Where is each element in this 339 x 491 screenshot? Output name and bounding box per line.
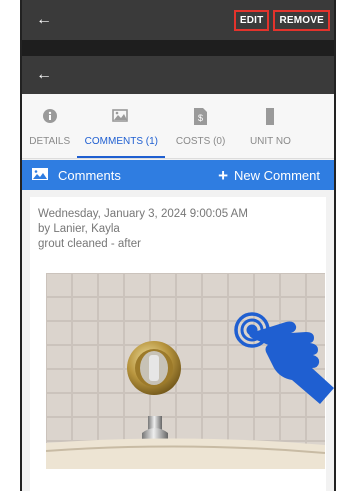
new-comment-label: New Comment	[234, 167, 320, 183]
image-icon	[112, 106, 130, 126]
tab-details[interactable]: DETAILS	[22, 94, 77, 158]
tab-label: COMMENTS (1)	[84, 136, 158, 147]
plus-icon: +	[218, 165, 229, 185]
tab-label: UNIT NO	[249, 136, 291, 147]
tab-bar: DETAILS COMMENTS (1) $ COSTS (0) UNIT NO	[22, 94, 334, 159]
tab-costs[interactable]: $ COSTS (0)	[165, 94, 236, 158]
remove-button[interactable]: REMOVE	[273, 9, 330, 31]
comment-author: by Lanier, Kayla	[38, 223, 120, 235]
comments-title: Comments	[58, 167, 121, 183]
svg-text:$: $	[198, 113, 203, 123]
tap-hand-icon	[234, 312, 334, 404]
new-comment-button[interactable]: + New Comment	[218, 167, 320, 184]
tab-label: COSTS (0)	[175, 136, 226, 147]
comment-text: grout cleaned - after	[38, 238, 141, 250]
tab-comments[interactable]: COMMENTS (1)	[77, 94, 166, 158]
tab-unit[interactable]: UNIT NO	[236, 94, 334, 158]
image-icon	[32, 168, 50, 182]
app-header: ← EDIT REMOVE	[22, 0, 334, 40]
comment-timestamp: Wednesday, January 3, 2024 9:00:05 AM	[38, 208, 248, 220]
back-arrow-icon[interactable]: ←	[36, 66, 52, 84]
back-arrow-icon[interactable]: ←	[36, 11, 56, 29]
document-dollar-icon: $	[194, 106, 208, 126]
info-circle-icon	[42, 106, 57, 126]
header-divider	[22, 40, 334, 56]
tab-label: DETAILS	[29, 136, 71, 147]
document-icon	[265, 106, 274, 126]
comments-header: Comments + New Comment	[22, 160, 334, 190]
edit-button[interactable]: EDIT	[233, 9, 270, 31]
phone-screen: ← EDIT REMOVE ← DETAILS COMMENTS (1) $ C…	[20, 0, 336, 491]
sub-header: ←	[22, 56, 334, 94]
